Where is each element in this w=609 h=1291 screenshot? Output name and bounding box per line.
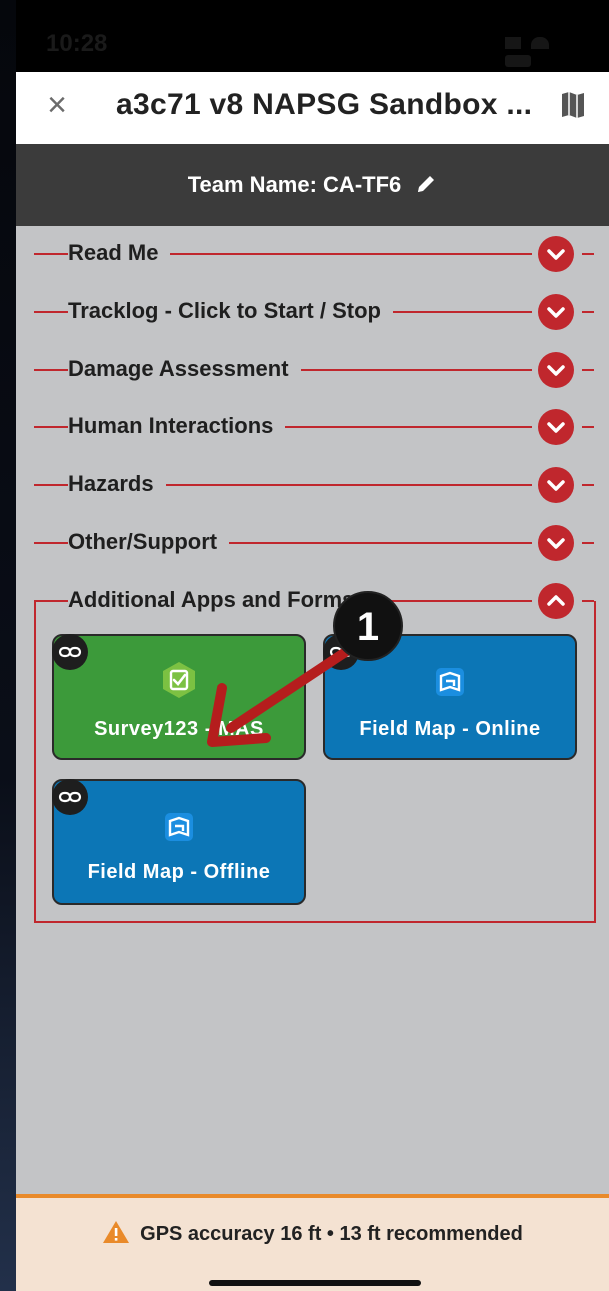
divider — [34, 542, 56, 544]
gps-message: GPS accuracy 16 ft • 13 ft recommended — [140, 1223, 523, 1245]
section-other-support[interactable]: Other/Support — [16, 523, 609, 563]
tile-label: Survey123 - MAS — [94, 718, 264, 740]
divider — [582, 542, 594, 544]
field-maps-icon — [430, 662, 470, 702]
divider — [34, 484, 56, 486]
section-label: Read Me — [68, 240, 171, 266]
divider — [582, 369, 594, 371]
field-map-online-tile[interactable]: Field Map - Online — [323, 634, 577, 760]
gps-message-row: GPS accuracy 16 ft • 13 ft recommended — [16, 1220, 609, 1246]
divider — [582, 253, 594, 255]
divider — [34, 253, 56, 255]
battery-icon — [505, 54, 531, 67]
team-name-row: Team Name: CA-TF6 — [16, 172, 609, 198]
phone-screen: 10:28 × a3c71 v8 NAPSG Sandbox ... Team … — [16, 0, 609, 1291]
survey123-icon — [159, 660, 199, 700]
field-map-offline-tile[interactable]: Field Map - Offline — [52, 779, 306, 905]
chevron-down-icon[interactable] — [538, 525, 574, 561]
gps-warning-banner: GPS accuracy 16 ft • 13 ft recommended — [16, 1194, 609, 1291]
link-icon — [52, 634, 88, 670]
map-icon[interactable] — [559, 90, 587, 120]
chevron-down-icon[interactable] — [538, 467, 574, 503]
signal-icon — [505, 36, 521, 49]
section-tracklog[interactable]: Tracklog - Click to Start / Stop — [16, 292, 609, 332]
close-icon[interactable]: × — [42, 88, 72, 122]
section-damage-assessment[interactable]: Damage Assessment — [16, 350, 609, 390]
team-name-bar: Team Name: CA-TF6 — [16, 144, 609, 226]
divider — [34, 311, 56, 313]
pencil-icon[interactable] — [415, 173, 437, 195]
status-icons — [499, 34, 579, 67]
survey123-tile[interactable]: Survey123 - MAS — [52, 634, 306, 760]
field-maps-icon — [159, 807, 199, 847]
home-indicator[interactable] — [209, 1280, 421, 1286]
warning-icon — [102, 1220, 130, 1244]
divider — [582, 484, 594, 486]
section-label: Other/Support — [68, 529, 230, 555]
section-read-me[interactable]: Read Me — [16, 234, 609, 274]
divider — [582, 426, 594, 428]
link-icon — [52, 779, 88, 815]
status-bar: 10:28 — [16, 0, 609, 82]
wifi-icon — [531, 36, 550, 49]
section-label: Damage Assessment — [68, 356, 301, 382]
section-human-interactions[interactable]: Human Interactions — [16, 407, 609, 447]
link-icon — [323, 634, 359, 670]
divider — [34, 369, 56, 371]
chevron-down-icon[interactable] — [538, 294, 574, 330]
chevron-down-icon[interactable] — [538, 236, 574, 272]
chevron-down-icon[interactable] — [538, 409, 574, 445]
status-time: 10:28 — [46, 30, 108, 57]
divider — [582, 311, 594, 313]
section-label: Tracklog - Click to Start / Stop — [68, 298, 393, 324]
tile-label: Field Map - Offline — [87, 861, 271, 883]
section-hazards[interactable]: Hazards — [16, 465, 609, 505]
section-label: Human Interactions — [68, 413, 286, 439]
divider — [34, 426, 56, 428]
page-title: a3c71 v8 NAPSG Sandbox ... — [116, 88, 533, 121]
team-name-label: Team Name: CA-TF6 — [187, 172, 402, 197]
tile-label: Field Map - Online — [359, 718, 541, 740]
section-label: Hazards — [68, 471, 166, 497]
app-header: × a3c71 v8 NAPSG Sandbox ... — [16, 72, 609, 144]
chevron-down-icon[interactable] — [538, 352, 574, 388]
